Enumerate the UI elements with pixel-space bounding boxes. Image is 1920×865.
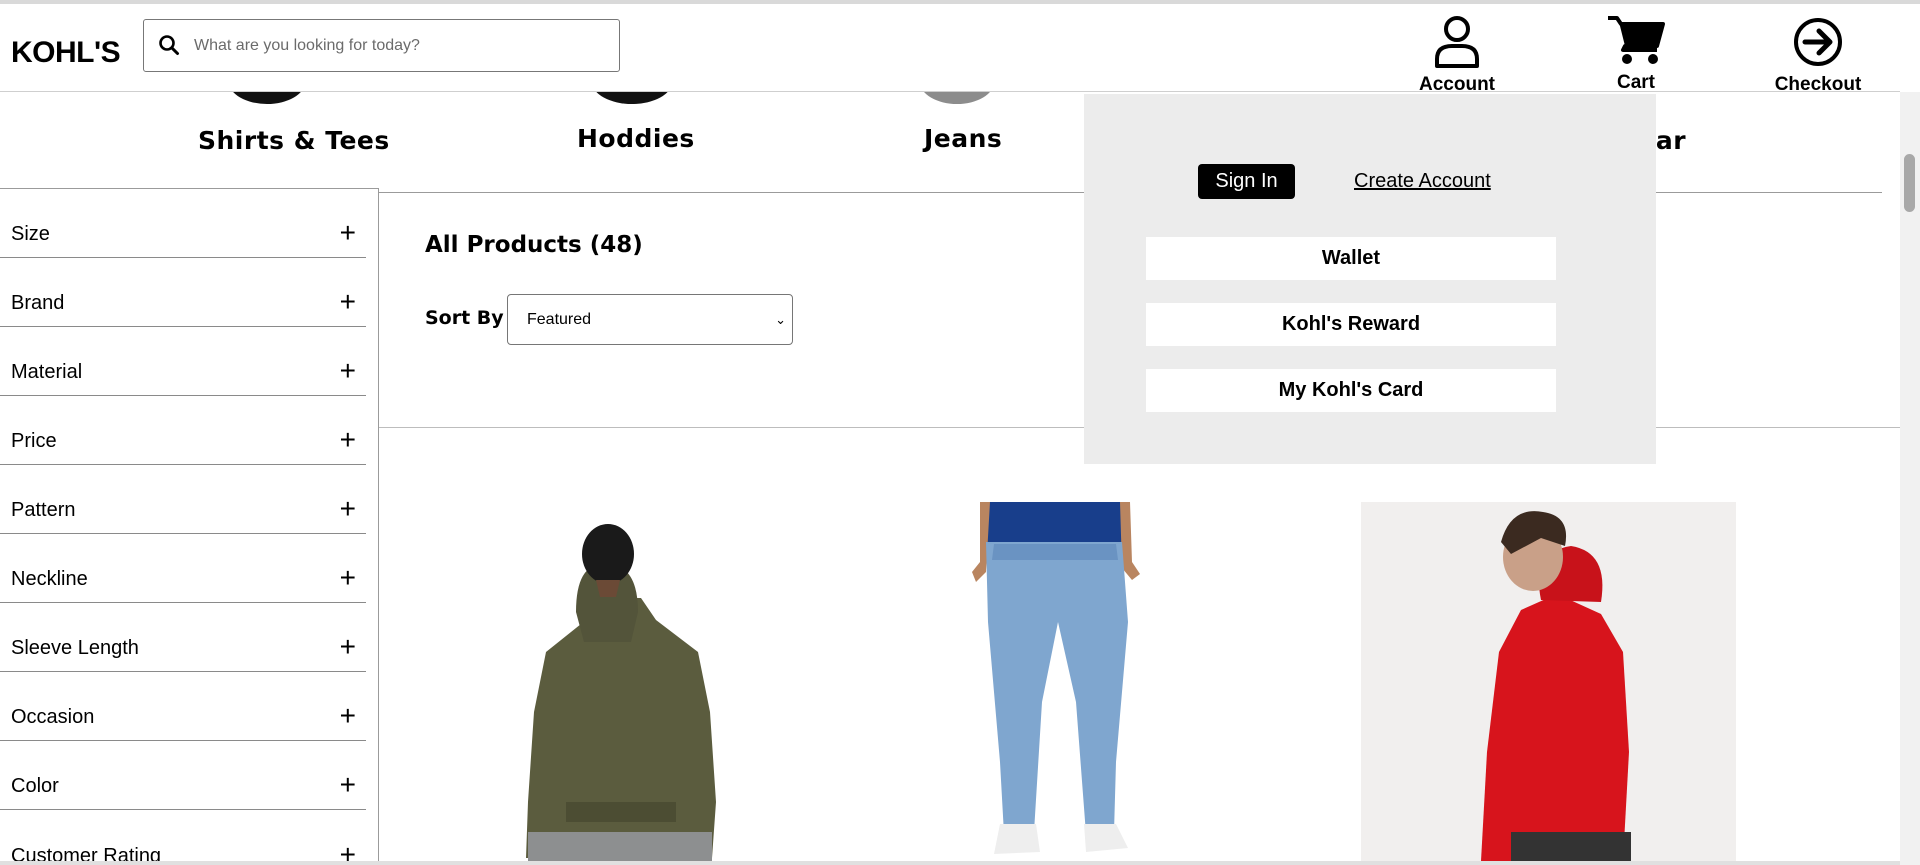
- filter-material[interactable]: Material +: [0, 327, 366, 396]
- filter-label: Brand: [11, 292, 65, 314]
- filter-sidebar: Size + Brand + Material + Price + Patter…: [0, 188, 379, 865]
- create-account-link[interactable]: Create Account: [1354, 170, 1491, 193]
- filter-label: Sleeve Length: [11, 637, 139, 659]
- filter-label: Occasion: [11, 706, 95, 728]
- page-scrollbar[interactable]: [1900, 92, 1920, 865]
- sort-selected-value: Featured: [527, 311, 592, 328]
- product-image-light-jeans[interactable]: [936, 502, 1272, 861]
- plus-icon[interactable]: +: [340, 495, 356, 523]
- checkout-button[interactable]: Checkout: [1768, 14, 1868, 96]
- filter-pattern[interactable]: Pattern +: [0, 465, 366, 534]
- scrollbar-thumb[interactable]: [1904, 154, 1915, 212]
- plus-icon[interactable]: +: [340, 564, 356, 592]
- user-icon: [1435, 16, 1479, 68]
- filter-customer-rating[interactable]: Customer Rating +: [0, 810, 366, 865]
- search-input[interactable]: [194, 30, 594, 62]
- sign-in-button[interactable]: Sign In: [1198, 164, 1295, 199]
- sort-label: Sort By: [425, 307, 504, 329]
- filter-price[interactable]: Price +: [0, 396, 366, 465]
- category-hoodies[interactable]: Hoddies: [577, 124, 695, 153]
- filter-size[interactable]: Size +: [0, 189, 366, 258]
- category-jeans[interactable]: Jeans: [924, 124, 1002, 153]
- filter-label: Price: [11, 430, 57, 452]
- wallet-button[interactable]: Wallet: [1146, 237, 1556, 280]
- filter-label: Material: [11, 361, 83, 383]
- kohls-reward-button[interactable]: Kohl's Reward: [1146, 303, 1556, 346]
- page-title: All Products (48): [425, 232, 643, 258]
- product-image-red-hoodie[interactable]: [1361, 502, 1736, 861]
- cart-button[interactable]: Cart: [1606, 14, 1666, 94]
- account-label: Account: [1419, 74, 1495, 95]
- plus-icon[interactable]: +: [340, 219, 356, 247]
- checkout-label: Checkout: [1774, 74, 1862, 95]
- account-dropdown: Sign In Create Account Wallet Kohl's Rew…: [1084, 94, 1656, 464]
- plus-icon[interactable]: +: [340, 702, 356, 730]
- filter-label: Color: [11, 775, 59, 797]
- cart-label: Cart: [1616, 72, 1655, 93]
- filter-label: Size: [11, 223, 50, 245]
- my-kohls-card-button[interactable]: My Kohl's Card: [1146, 369, 1556, 412]
- arrow-right-circle-icon: [1794, 18, 1842, 66]
- window-bottom-border: [0, 861, 1900, 865]
- kohls-logo[interactable]: KOHL'S: [11, 36, 121, 70]
- search-icon[interactable]: [158, 34, 180, 56]
- search-box[interactable]: [143, 19, 620, 72]
- category-shirts-tees[interactable]: Shirts & Tees: [198, 126, 390, 155]
- product-image-olive-hoodie[interactable]: [416, 502, 786, 861]
- filter-label: Neckline: [11, 568, 88, 590]
- chevron-down-icon: ⌄: [775, 312, 786, 327]
- plus-icon[interactable]: +: [340, 357, 356, 385]
- account-button[interactable]: Account: [1413, 14, 1501, 96]
- sort-select[interactable]: Featured ⌄: [507, 294, 793, 345]
- plus-icon[interactable]: +: [340, 288, 356, 316]
- plus-icon[interactable]: +: [340, 633, 356, 661]
- filter-neckline[interactable]: Neckline +: [0, 534, 366, 603]
- site-header: KOHL'S Account Cart Checkout: [0, 4, 1900, 95]
- plus-icon[interactable]: +: [340, 426, 356, 454]
- filter-sleeve-length[interactable]: Sleeve Length +: [0, 603, 366, 672]
- filter-brand[interactable]: Brand +: [0, 258, 366, 327]
- filter-color[interactable]: Color +: [0, 741, 366, 810]
- filter-label: Pattern: [11, 499, 76, 521]
- cart-icon: [1608, 16, 1665, 64]
- plus-icon[interactable]: +: [340, 771, 356, 799]
- filter-occasion[interactable]: Occasion +: [0, 672, 366, 741]
